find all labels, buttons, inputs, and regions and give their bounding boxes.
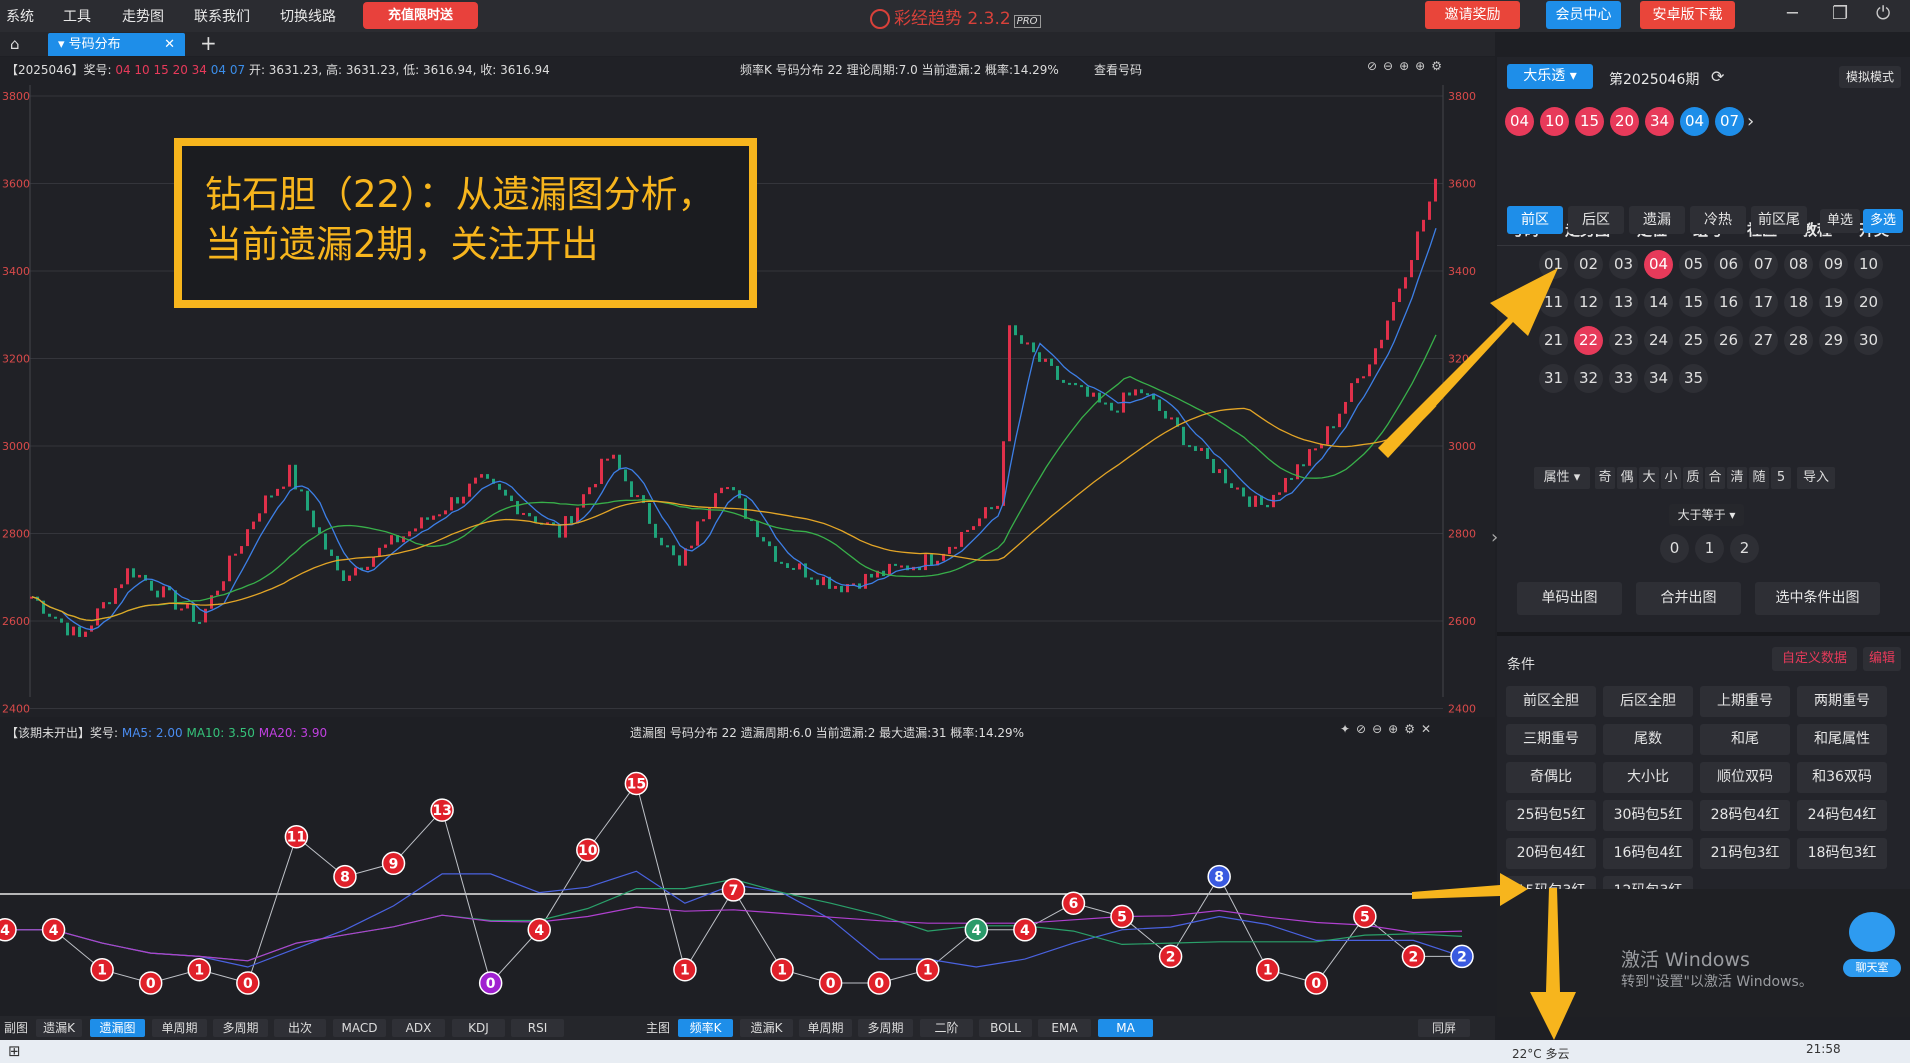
annotation-arrows bbox=[1378, 268, 1576, 1040]
arrow-up-right bbox=[1378, 268, 1558, 458]
arrow-right bbox=[1412, 873, 1528, 906]
arrow-down bbox=[1530, 888, 1576, 1040]
